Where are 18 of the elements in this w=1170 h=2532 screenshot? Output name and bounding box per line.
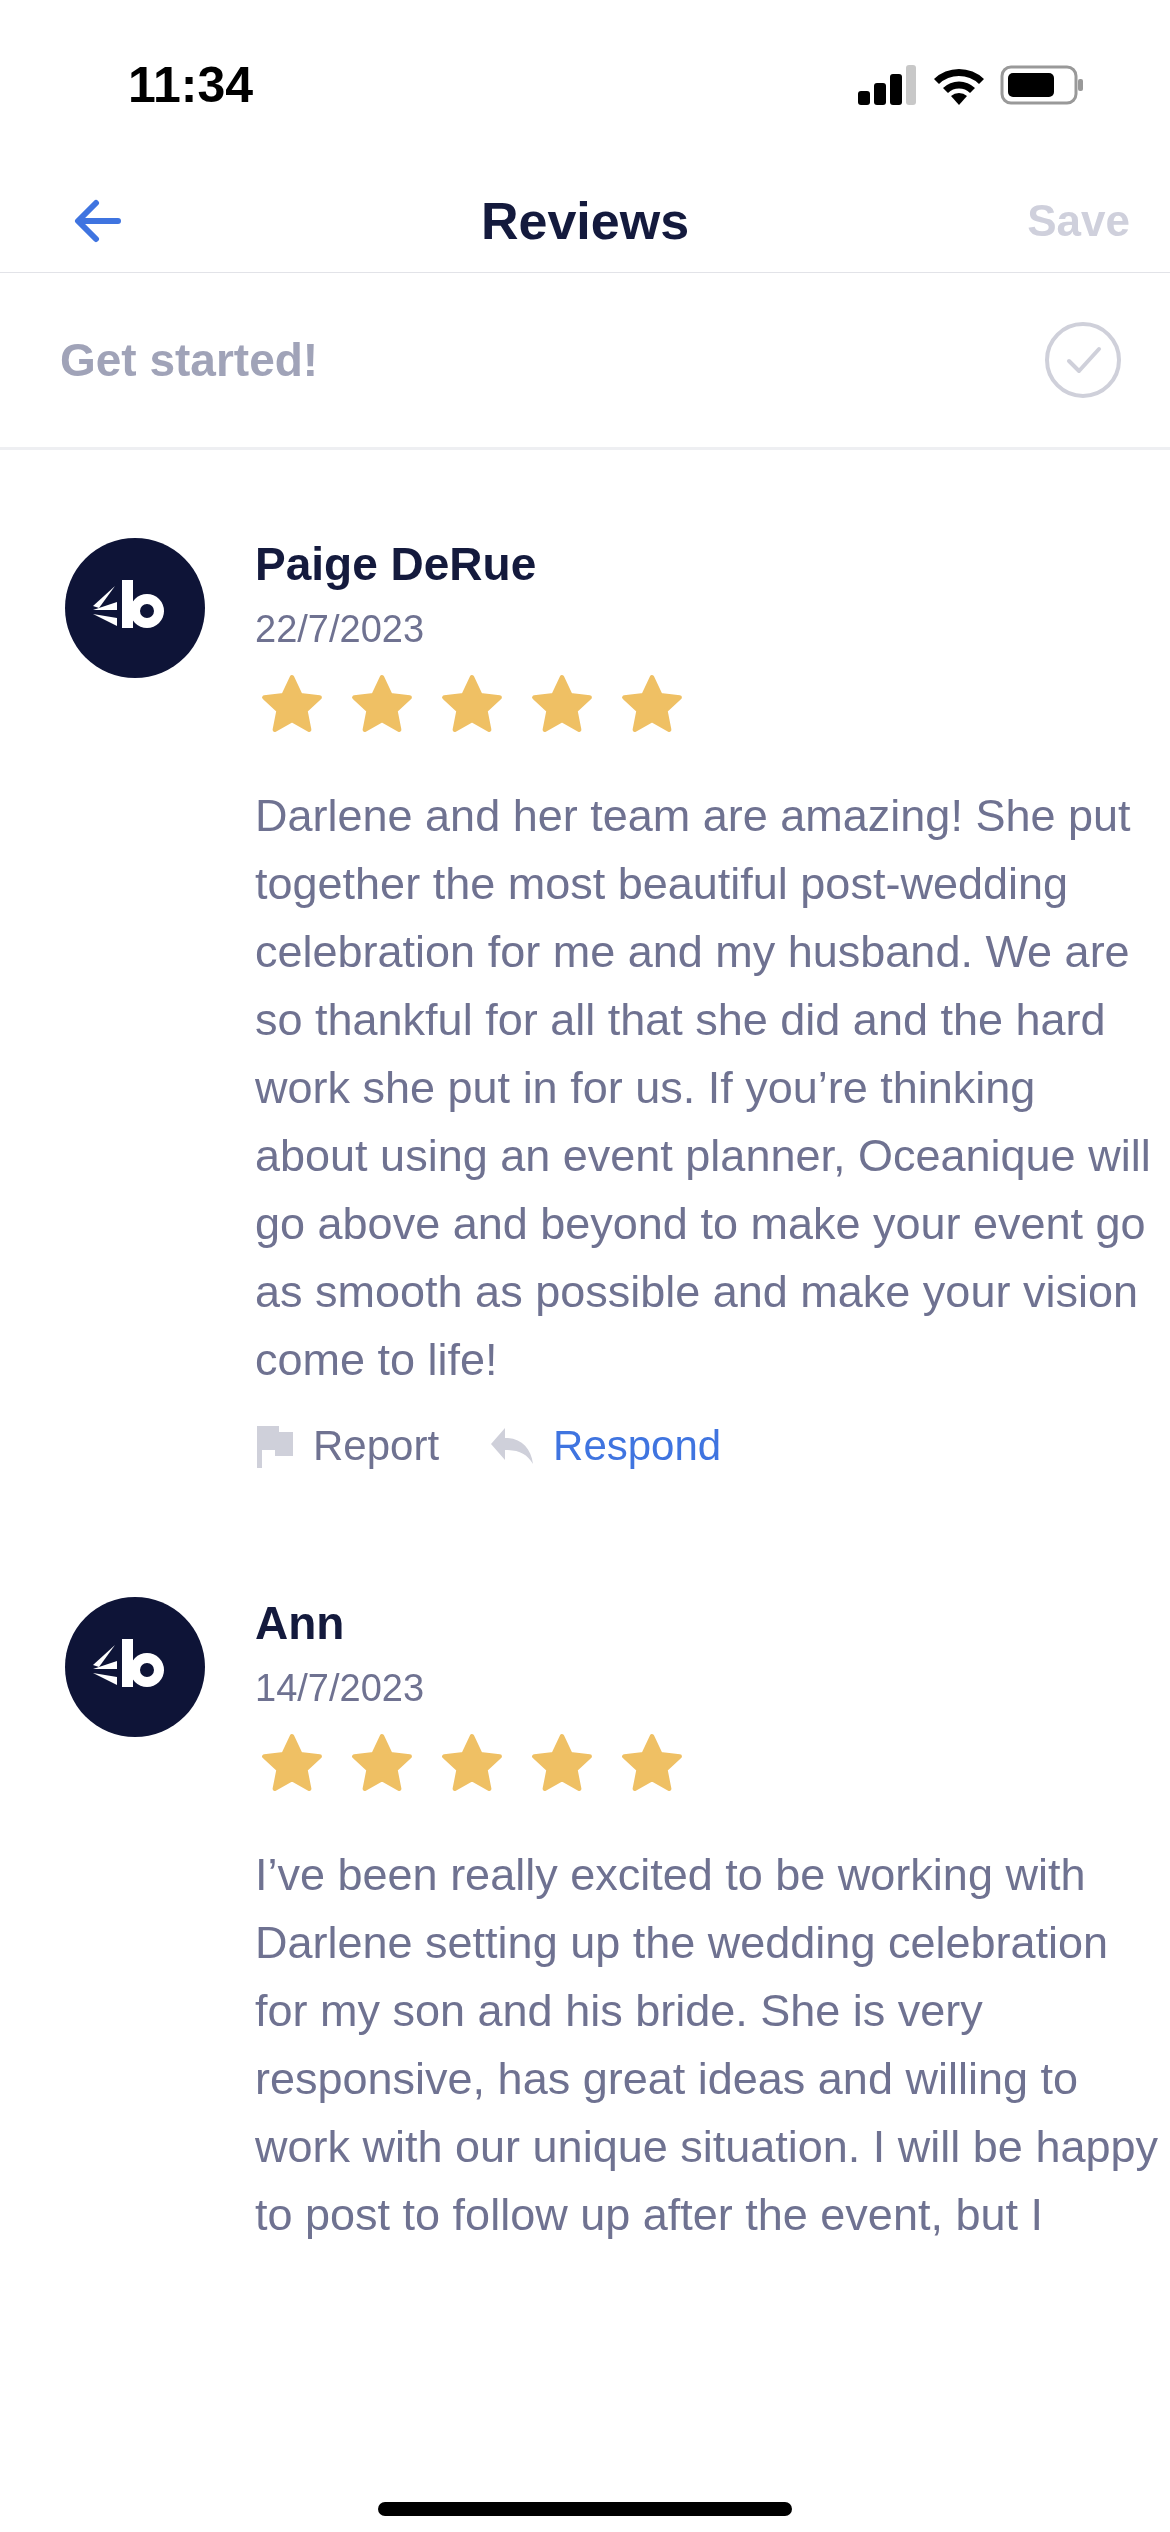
- flag-icon: [255, 1423, 295, 1468]
- signal-icon: [858, 65, 918, 105]
- review-text: Darlene and her team are amazing! She put together the most beautiful post-wedding celebration for me and my husband. We are so thankful for all that she did and the hard work she put in for us. If you’re thinking about using an event planner, Oceanique will go above and beyond to make your event go as smooth as possible and make your vision come to life!: [255, 789, 1152, 1387]
- back-arrow-icon: [74, 199, 122, 243]
- page-title: Reviews: [480, 191, 690, 252]
- report-button[interactable]: Report: [255, 1414, 440, 1477]
- status-time: 11:34: [128, 55, 254, 115]
- get-started-banner[interactable]: Get started!: [0, 273, 1170, 450]
- review-date: 22/7/2023: [255, 607, 426, 652]
- respond-button[interactable]: Respond: [489, 1414, 722, 1477]
- review-date: 14/7/2023: [255, 1666, 426, 1711]
- reviewer-name: Paige DeRue: [255, 537, 538, 592]
- battery-icon: [1000, 65, 1084, 105]
- avatar-logo-icon: [65, 538, 205, 678]
- avatar-logo-icon: [65, 1597, 205, 1737]
- reviewer-name: Ann: [255, 1596, 346, 1651]
- check-circle-icon: [1044, 321, 1122, 399]
- review-text: I’ve been really excited to be working with Darlene setting up the wedding celebration for my son and his bride. She is very responsive, has great ideas and willing to work with our unique situation. I will be happy to post to follow up after the event, but I: [255, 1848, 1159, 2242]
